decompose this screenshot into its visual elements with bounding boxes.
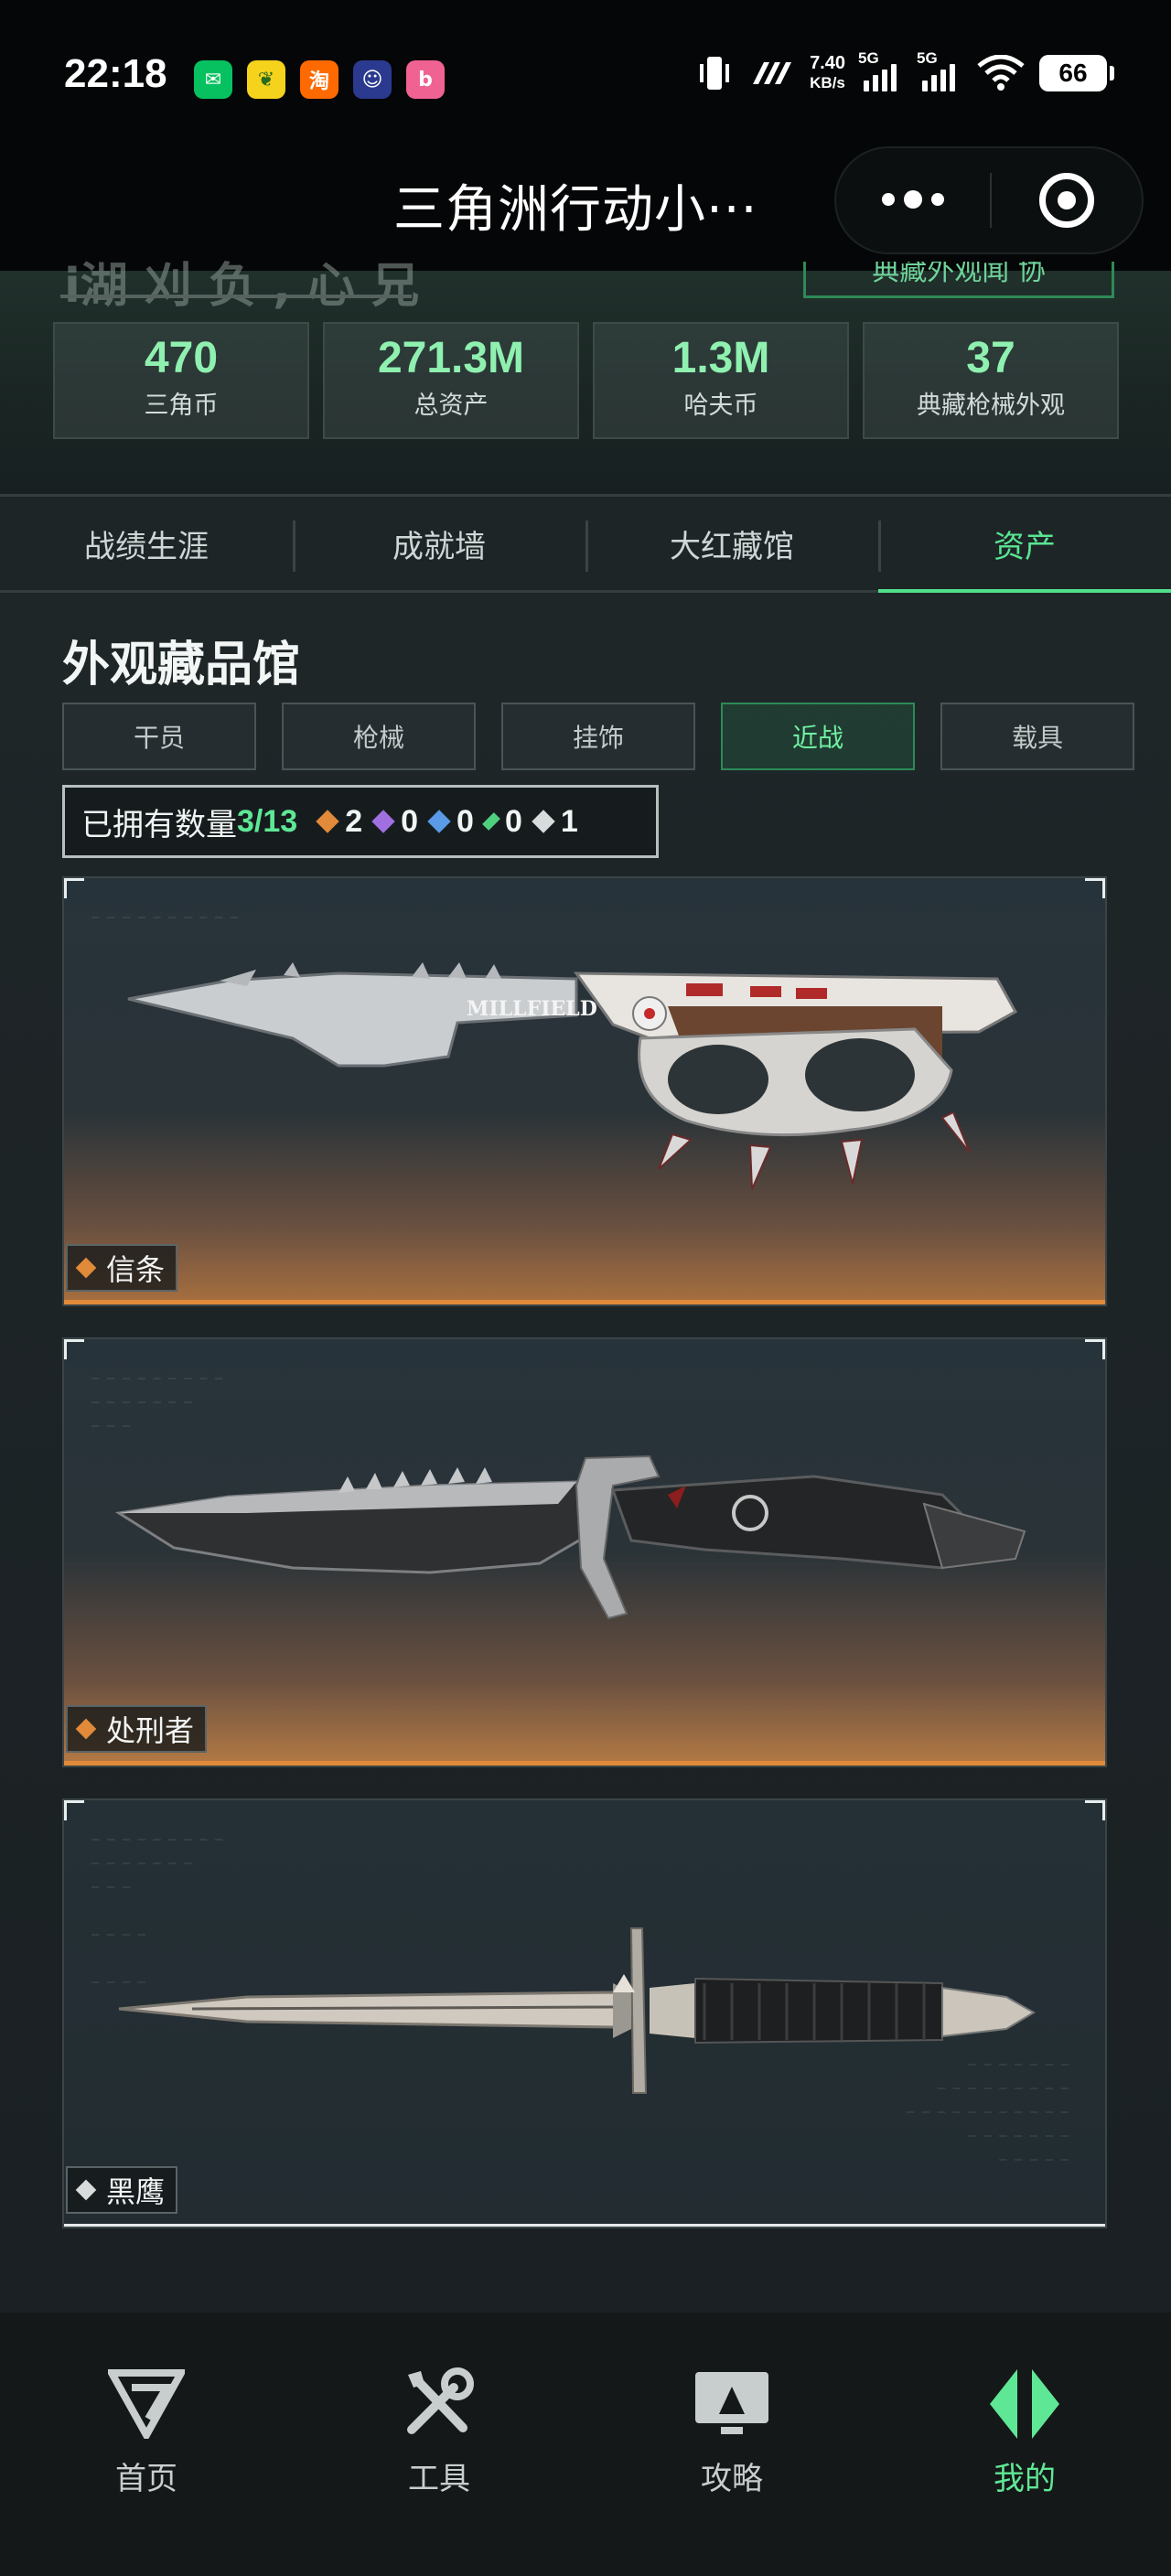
skin-card-heiying[interactable]: — — — — — — — — — — — — — — — — — — — — — —… xyxy=(62,1798,1107,2228)
more-dot-icon xyxy=(882,192,895,206)
rarity-orange-count: 2 xyxy=(316,804,362,840)
stat-value: 1.3M xyxy=(671,334,770,382)
account-summary: i湖 刈 负 , 心 兄 典藏外观闻 协 470 三角币 271.3M 总资产 … xyxy=(0,259,1171,494)
network-speed-value: 7.40 xyxy=(810,53,845,73)
profile-diamond-icon xyxy=(983,2367,1066,2441)
stat-label: 总资产 xyxy=(414,392,489,420)
skin-name: 黑鹰 xyxy=(106,2174,166,2209)
skin-gallery: 外观藏品馆 干员 枪械 挂饰 近战 载具 已拥有数量 3/13 2 0 0 0 … xyxy=(0,593,1171,2313)
owned-count-bar: 已拥有数量 3/13 2 0 0 0 1 xyxy=(62,785,659,858)
wechat-icon: ✉ xyxy=(194,60,232,99)
stat-value: 470 xyxy=(144,334,219,382)
purple-rarity-icon xyxy=(371,810,395,833)
nav-label: 首页 xyxy=(115,2461,177,2497)
skin-card-xintiao[interactable]: — — — — — — — — — — MILLFIELD 信条 xyxy=(62,876,1107,1306)
skin-name-badge: 黑鹰 xyxy=(66,2166,178,2214)
nav-tools[interactable]: 工具 xyxy=(293,2313,586,2576)
skin-name-badge: 信条 xyxy=(66,1244,178,1292)
knuckle-knife-image: MILLFIELD xyxy=(127,962,1018,1190)
white-rarity-icon xyxy=(532,810,555,833)
filter-vehicles[interactable]: 载具 xyxy=(940,703,1134,770)
robot-app-icon: ☺ xyxy=(353,60,392,99)
tab-red-collection[interactable]: 大红藏馆 xyxy=(586,497,878,590)
white-rarity-icon xyxy=(75,2179,97,2201)
heading-underline xyxy=(60,295,412,298)
stat-value: 271.3M xyxy=(377,334,525,382)
network-speed-unit: KB/s xyxy=(810,74,845,91)
more-dot-icon xyxy=(904,189,922,209)
more-dot-icon xyxy=(931,192,944,206)
notification-icons: ✉ ❦ 淘 ☺ b xyxy=(194,60,445,99)
signal-sim2-icon: 5G xyxy=(917,49,962,91)
rarity-purple-count: 0 xyxy=(371,804,418,840)
wifi-icon xyxy=(977,55,1025,91)
stat-collection-skins: 37 典藏枪械外观 xyxy=(863,322,1119,439)
rarity-blue-count: 0 xyxy=(427,804,474,840)
stat-label: 典藏枪械外观 xyxy=(917,392,1065,420)
owned-count: 3/13 xyxy=(237,803,298,839)
tab-achievements[interactable]: 成就墙 xyxy=(293,497,586,590)
gallery-title: 外观藏品馆 xyxy=(62,638,301,692)
sim2-label: 5G xyxy=(917,49,938,67)
vibrate-icon xyxy=(700,57,730,90)
rarity-white-count: 1 xyxy=(532,804,578,840)
nav-profile[interactable]: 我的 xyxy=(878,2313,1171,2576)
stat-triangle-coin: 470 三角币 xyxy=(53,322,309,439)
guide-monitor-icon xyxy=(691,2367,773,2441)
orange-rarity-icon xyxy=(75,1718,97,1740)
bottom-navigation: 首页 工具 攻略 我的 xyxy=(0,2313,1171,2576)
executioner-knife-image xyxy=(114,1454,1026,1620)
scrolled-heading: i湖 刈 负 , 心 兄 xyxy=(64,259,420,314)
delta-logo-icon xyxy=(105,2367,188,2441)
nav-label: 工具 xyxy=(408,2461,470,2497)
green-rarity-icon xyxy=(482,812,500,831)
nav-guides[interactable]: 攻略 xyxy=(586,2313,878,2576)
tab-career[interactable]: 战绩生涯 xyxy=(0,497,293,590)
skin-name-badge: 处刑者 xyxy=(66,1705,208,1753)
battery-indicator: 66 xyxy=(1039,55,1114,91)
taobao-icon: 淘 xyxy=(300,60,338,99)
blue-rarity-icon xyxy=(427,810,451,833)
filter-weapons[interactable]: 枪械 xyxy=(282,703,476,770)
filter-charms[interactable]: 挂饰 xyxy=(501,703,695,770)
system-icons: 7.40 KB/s 5G 5G 66 xyxy=(694,49,1114,93)
sim1-label: 5G xyxy=(858,49,879,67)
svg-text:MILLFIELD: MILLFIELD xyxy=(467,997,597,1021)
miniprogram-capsule xyxy=(834,146,1144,254)
tools-icon xyxy=(398,2367,480,2441)
filter-melee[interactable]: 近战 xyxy=(721,703,915,770)
rarity-green-count: 0 xyxy=(482,804,522,840)
owned-label: 已拥有数量 xyxy=(81,806,237,843)
miniprogram-title: 三角洲行动小··· xyxy=(393,180,758,240)
profile-tabs: 战绩生涯 成就墙 大红藏馆 资产 xyxy=(0,494,1171,593)
nav-label: 我的 xyxy=(994,2461,1056,2497)
nav-home[interactable]: 首页 xyxy=(0,2313,293,2576)
cherry-app-icon: ❦ xyxy=(247,60,285,99)
more-menu-button[interactable] xyxy=(836,189,990,209)
stat-value: 37 xyxy=(966,334,1015,382)
skin-name: 处刑者 xyxy=(106,1713,195,1748)
skin-card-chuxingzhe[interactable]: — — — — — — — — — — — — — — — — — — — 处刑者 xyxy=(62,1337,1107,1767)
scrolled-collection-button[interactable]: 典藏外观闻 协 xyxy=(803,262,1114,298)
close-miniprogram-button[interactable] xyxy=(992,173,1142,228)
nfc-icon xyxy=(753,62,792,84)
skin-name: 信条 xyxy=(106,1252,166,1287)
black-hawk-dagger-image xyxy=(118,1927,1036,2094)
orange-rarity-icon xyxy=(75,1257,97,1279)
stat-label: 三角币 xyxy=(144,392,219,420)
signal-sim1-icon: 5G xyxy=(858,49,904,91)
filter-operators[interactable]: 干员 xyxy=(62,703,256,770)
tab-assets[interactable]: 资产 xyxy=(878,497,1171,593)
nav-label: 攻略 xyxy=(701,2461,763,2497)
category-filters: 干员 枪械 挂饰 近战 载具 xyxy=(62,703,1134,770)
stat-total-assets: 271.3M 总资产 xyxy=(323,322,579,439)
status-bar: 22:18 ✉ ❦ 淘 ☺ b 7.40 KB/s 5G 5G 66 xyxy=(0,0,1171,156)
target-icon xyxy=(1039,173,1094,228)
bilibili-icon: b xyxy=(406,60,445,99)
status-time: 22:18 xyxy=(64,51,167,96)
orange-rarity-icon xyxy=(316,810,339,833)
network-speed: 7.40 KB/s xyxy=(810,53,845,93)
stat-label: 哈夫币 xyxy=(683,392,758,420)
stat-haff-coin: 1.3M 哈夫币 xyxy=(593,322,849,439)
